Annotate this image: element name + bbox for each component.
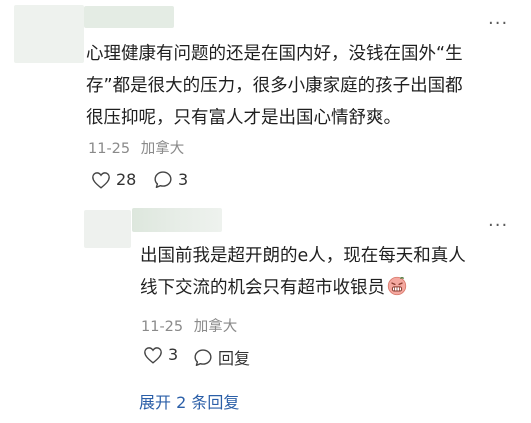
comment-line-2: 存”都是很大的压力，很多小康家庭的孩子出国都 (86, 76, 463, 96)
reply-line-2: 线下交流的机会只有超市收银员 (140, 278, 385, 298)
more-options-icon[interactable]: ··· (488, 15, 508, 33)
reply-like-button[interactable]: 3 (143, 345, 178, 364)
username-blurred[interactable] (84, 6, 174, 28)
comment-reply-count-button[interactable]: 3 (153, 170, 188, 189)
reply-username-blurred[interactable] (132, 208, 222, 232)
reply-like-count: 3 (168, 345, 179, 364)
reply-more-options-icon[interactable]: ··· (488, 217, 508, 235)
comment-like-button[interactable]: 28 (91, 170, 136, 189)
reply-location: 加拿大 (193, 319, 238, 335)
grimace-emoji-icon (387, 276, 407, 296)
avatar[interactable] (14, 5, 84, 63)
comment-bubble-icon (194, 348, 212, 366)
reply-reply-label: 回复 (218, 349, 251, 368)
reply-reply-button[interactable]: 回复 (193, 345, 250, 369)
comment-location: 加拿大 (140, 141, 185, 157)
comment-meta: 11-25 加拿大 (88, 137, 184, 158)
comment-like-count: 28 (116, 170, 137, 189)
comment-text: 心理健康有问题的还是在国内好，没钱在国外“生 存”都是很大的压力，很多小康家庭的… (86, 38, 516, 134)
heart-outline-icon (92, 171, 110, 189)
heart-outline-icon (144, 346, 162, 364)
comment-date: 11-25 (88, 141, 131, 157)
reply-line-1: 出国前我是超开朗的e人，现在每天和真人 (140, 246, 466, 266)
reply-text: 出国前我是超开朗的e人，现在每天和真人 线下交流的机会只有超市收银员 (140, 240, 520, 304)
comment-line-3: 很压抑呢，只有富人才是出国心情舒爽。 (86, 108, 401, 128)
comment-bubble-icon (154, 171, 172, 189)
reply-date: 11-25 (141, 319, 184, 335)
expand-replies-link[interactable]: 展开 2 条回复 (139, 389, 239, 413)
reply-avatar[interactable] (84, 210, 131, 248)
reply-line-2-wrap: 线下交流的机会只有超市收银员 (140, 272, 520, 304)
reply-meta: 11-25 加拿大 (141, 315, 237, 336)
comment-line-1: 心理健康有问题的还是在国内好，没钱在国外“生 (86, 44, 463, 64)
comment-reply-count: 3 (178, 170, 189, 189)
